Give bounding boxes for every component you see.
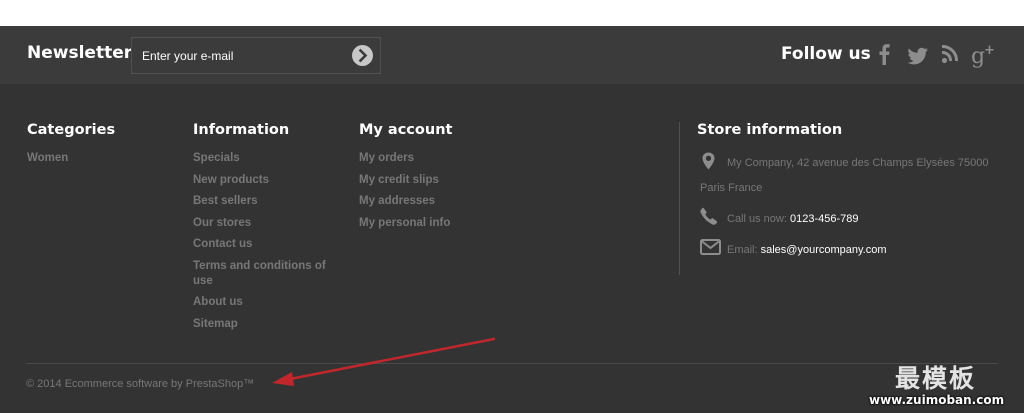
watermark-logo: 最模板 <box>895 364 977 393</box>
annotation-arrow <box>272 337 496 386</box>
watermark-url: www.zuimoban.com <box>869 393 1005 407</box>
